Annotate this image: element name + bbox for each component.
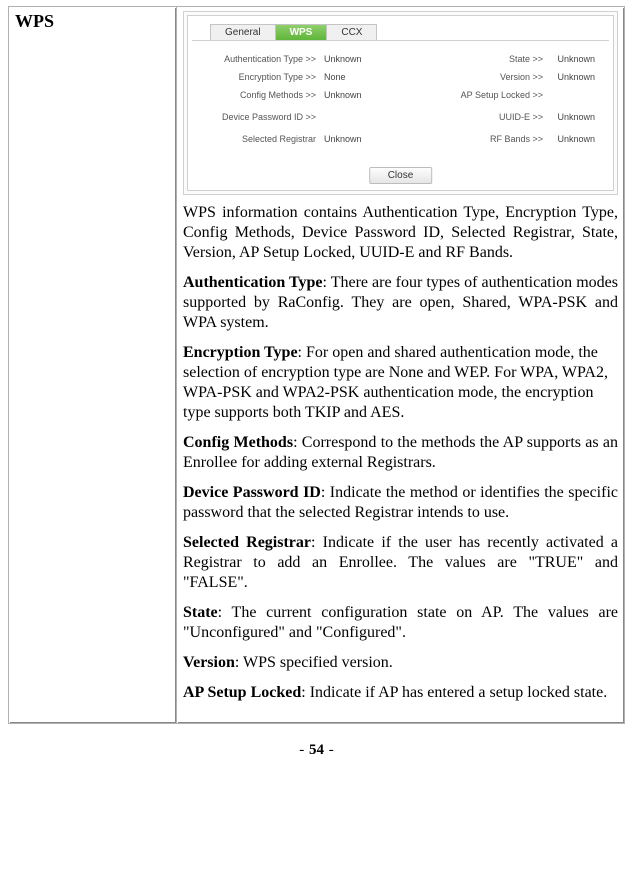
field-dev-pw: Device Password ID >> xyxy=(204,112,316,122)
def-enc-type: Encryption Type: For open and shared aut… xyxy=(183,343,618,423)
tab-divider xyxy=(192,40,609,41)
val-sel-reg: Unknown xyxy=(320,134,362,144)
def-auth-type-label: Authentication Type xyxy=(183,274,322,291)
def-version-label: Version xyxy=(183,654,235,671)
def-cfg-methods: Config Methods: Correspond to the method… xyxy=(183,433,618,473)
def-enc-type-label: Encryption Type xyxy=(183,344,298,361)
val-dev-pw xyxy=(320,112,324,122)
def-auth-type: Authentication Type: There are four type… xyxy=(183,273,618,333)
field-rf: RF Bands >> xyxy=(490,134,543,144)
screenshot-frame: General WPS CCX Authentication Type >> U… xyxy=(183,11,618,195)
def-dev-pw: Device Password ID: Indicate the method … xyxy=(183,483,618,523)
page-number: - 54 - xyxy=(8,742,625,759)
val-ap-lock xyxy=(591,90,595,100)
field-cfg-methods: Config Methods >> xyxy=(220,90,316,100)
field-uuid: UUID-E >> xyxy=(499,112,543,122)
doc-table: WPS General WPS CCX Aut xyxy=(8,6,625,724)
close-button[interactable]: Close xyxy=(369,167,433,184)
def-dev-pw-label: Device Password ID xyxy=(183,484,321,501)
def-version: Version: WPS specified version. xyxy=(183,653,618,673)
intro-paragraph: WPS information contains Authentication … xyxy=(183,203,618,263)
val-auth-type: Unknown xyxy=(320,54,362,64)
val-cfg-methods: Unknown xyxy=(320,90,362,100)
def-ap-lock: AP Setup Locked: Indicate if AP has ente… xyxy=(183,683,618,703)
val-version: Unknown xyxy=(553,72,595,82)
field-version: Version >> xyxy=(500,72,543,82)
def-sel-reg: Selected Registrar: Indicate if the user… xyxy=(183,533,618,593)
tab-general[interactable]: General xyxy=(210,24,276,40)
tab-bar: General WPS CCX xyxy=(210,24,376,40)
def-version-text: : WPS specified version. xyxy=(235,654,393,671)
def-ap-lock-text: : Indicate if AP has entered a setup loc… xyxy=(301,684,607,701)
section-title: WPS xyxy=(15,11,170,32)
val-state: Unknown xyxy=(553,54,595,64)
field-ap-lock: AP Setup Locked >> xyxy=(461,90,543,100)
val-enc-type: None xyxy=(320,72,346,82)
def-state-text: : The current configuration state on AP.… xyxy=(183,604,618,641)
def-cfg-methods-label: Config Methods xyxy=(183,434,293,451)
field-enc-type: Encryption Type >> xyxy=(220,72,316,82)
field-auth-type: Authentication Type >> xyxy=(220,54,316,64)
def-state: State: The current configuration state o… xyxy=(183,603,618,643)
field-sel-reg: Selected Registrar xyxy=(220,134,316,144)
tab-wps[interactable]: WPS xyxy=(275,24,328,40)
val-uuid: Unknown xyxy=(553,112,595,122)
page-number-value: 54 xyxy=(309,742,324,758)
field-state: State >> xyxy=(509,54,543,64)
tab-ccx[interactable]: CCX xyxy=(326,24,377,40)
wps-dialog: General WPS CCX Authentication Type >> U… xyxy=(187,15,614,191)
def-sel-reg-label: Selected Registrar xyxy=(183,534,311,551)
val-rf: Unknown xyxy=(553,134,595,144)
def-state-label: State xyxy=(183,604,218,621)
def-ap-lock-label: AP Setup Locked xyxy=(183,684,301,701)
